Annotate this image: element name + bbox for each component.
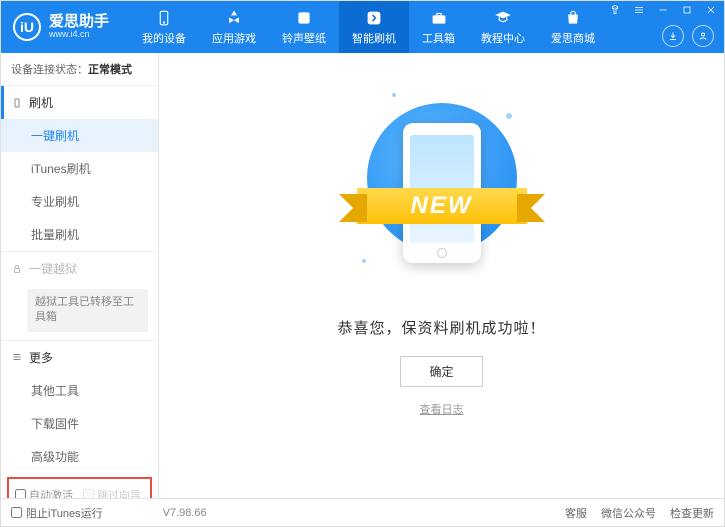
sidebar-batch-flash[interactable]: 批量刷机 — [1, 218, 158, 251]
sidebar-advanced[interactable]: 高级功能 — [1, 440, 158, 473]
nav-flash[interactable]: 智能刷机 — [339, 1, 409, 53]
phone-icon — [11, 97, 23, 109]
nav-apps[interactable]: 应用游戏 — [199, 1, 269, 53]
footer: 阻止iTunes运行 V7.98.66 客服 微信公众号 检查更新 — [1, 498, 724, 526]
toolbox-icon — [430, 9, 448, 27]
sidebar-jailbreak-note: 越狱工具已转移至工具箱 — [27, 289, 148, 332]
main-content: NEW 恭喜您，保资料刷机成功啦！ 确定 查看日志 — [159, 53, 724, 498]
sidebar-more-header[interactable]: 更多 — [1, 341, 158, 374]
download-button[interactable] — [662, 25, 684, 47]
nav-shop[interactable]: 爱思商城 — [538, 1, 608, 53]
account-button[interactable] — [692, 25, 714, 47]
app-icon — [225, 9, 243, 27]
flash-icon — [365, 9, 383, 27]
block-itunes-checkbox[interactable]: 阻止iTunes运行 — [11, 505, 103, 521]
sidebar-pro-flash[interactable]: 专业刷机 — [1, 185, 158, 218]
menu-button[interactable] — [630, 3, 648, 17]
menu-icon — [11, 351, 23, 363]
nav-media[interactable]: 铃声壁纸 — [269, 1, 339, 53]
view-log-link[interactable]: 查看日志 — [420, 401, 464, 417]
new-ribbon: NEW — [357, 188, 527, 224]
check-update-link[interactable]: 检查更新 — [670, 505, 714, 521]
sidebar-itunes-flash[interactable]: iTunes刷机 — [1, 152, 158, 185]
sidebar-flash-header[interactable]: 刷机 — [1, 86, 158, 119]
maximize-button[interactable] — [678, 3, 696, 17]
success-illustration: NEW — [362, 93, 522, 293]
nav-tutorial[interactable]: 教程中心 — [468, 1, 538, 53]
skip-guide-checkbox[interactable]: 跳过向导 — [83, 487, 141, 498]
skin-button[interactable] — [606, 3, 624, 17]
sidebar-jailbreak-header[interactable]: 一键越狱 — [1, 252, 158, 285]
device-icon — [155, 9, 173, 27]
close-button[interactable] — [702, 3, 720, 17]
sidebar: 设备连接状态：正常模式 刷机 一键刷机 iTunes刷机 专业刷机 批量刷机 一… — [1, 53, 159, 498]
sidebar-download-firmware[interactable]: 下载固件 — [1, 407, 158, 440]
wechat-link[interactable]: 微信公众号 — [601, 505, 656, 521]
nav-my-device[interactable]: 我的设备 — [129, 1, 199, 53]
logo: iU 爱思助手 www.i4.cn — [1, 13, 121, 41]
media-icon — [295, 9, 313, 27]
shop-icon — [564, 9, 582, 27]
app-url: www.i4.cn — [49, 30, 109, 40]
minimize-button[interactable] — [654, 3, 672, 17]
app-name: 爱思助手 — [49, 14, 109, 31]
sidebar-other-tools[interactable]: 其他工具 — [1, 374, 158, 407]
app-header: iU 爱思助手 www.i4.cn 我的设备 应用游戏 铃声壁纸 智能刷机 工具… — [1, 1, 724, 53]
options-box: 自动激活 跳过向导 — [7, 477, 152, 498]
window-controls — [606, 3, 720, 17]
nav-toolbox[interactable]: 工具箱 — [409, 1, 468, 53]
ok-button[interactable]: 确定 — [400, 356, 482, 387]
version-label: V7.98.66 — [163, 507, 207, 519]
nav-tabs: 我的设备 应用游戏 铃声壁纸 智能刷机 工具箱 教程中心 爱思商城 — [129, 1, 608, 53]
tutorial-icon — [494, 9, 512, 27]
support-link[interactable]: 客服 — [565, 505, 587, 521]
auto-activate-checkbox[interactable]: 自动激活 — [15, 487, 73, 498]
connection-status: 设备连接状态：正常模式 — [1, 53, 158, 85]
logo-icon: iU — [13, 13, 41, 41]
sidebar-one-click-flash[interactable]: 一键刷机 — [1, 119, 158, 152]
success-message: 恭喜您，保资料刷机成功啦！ — [337, 317, 545, 338]
lock-icon — [11, 263, 23, 275]
